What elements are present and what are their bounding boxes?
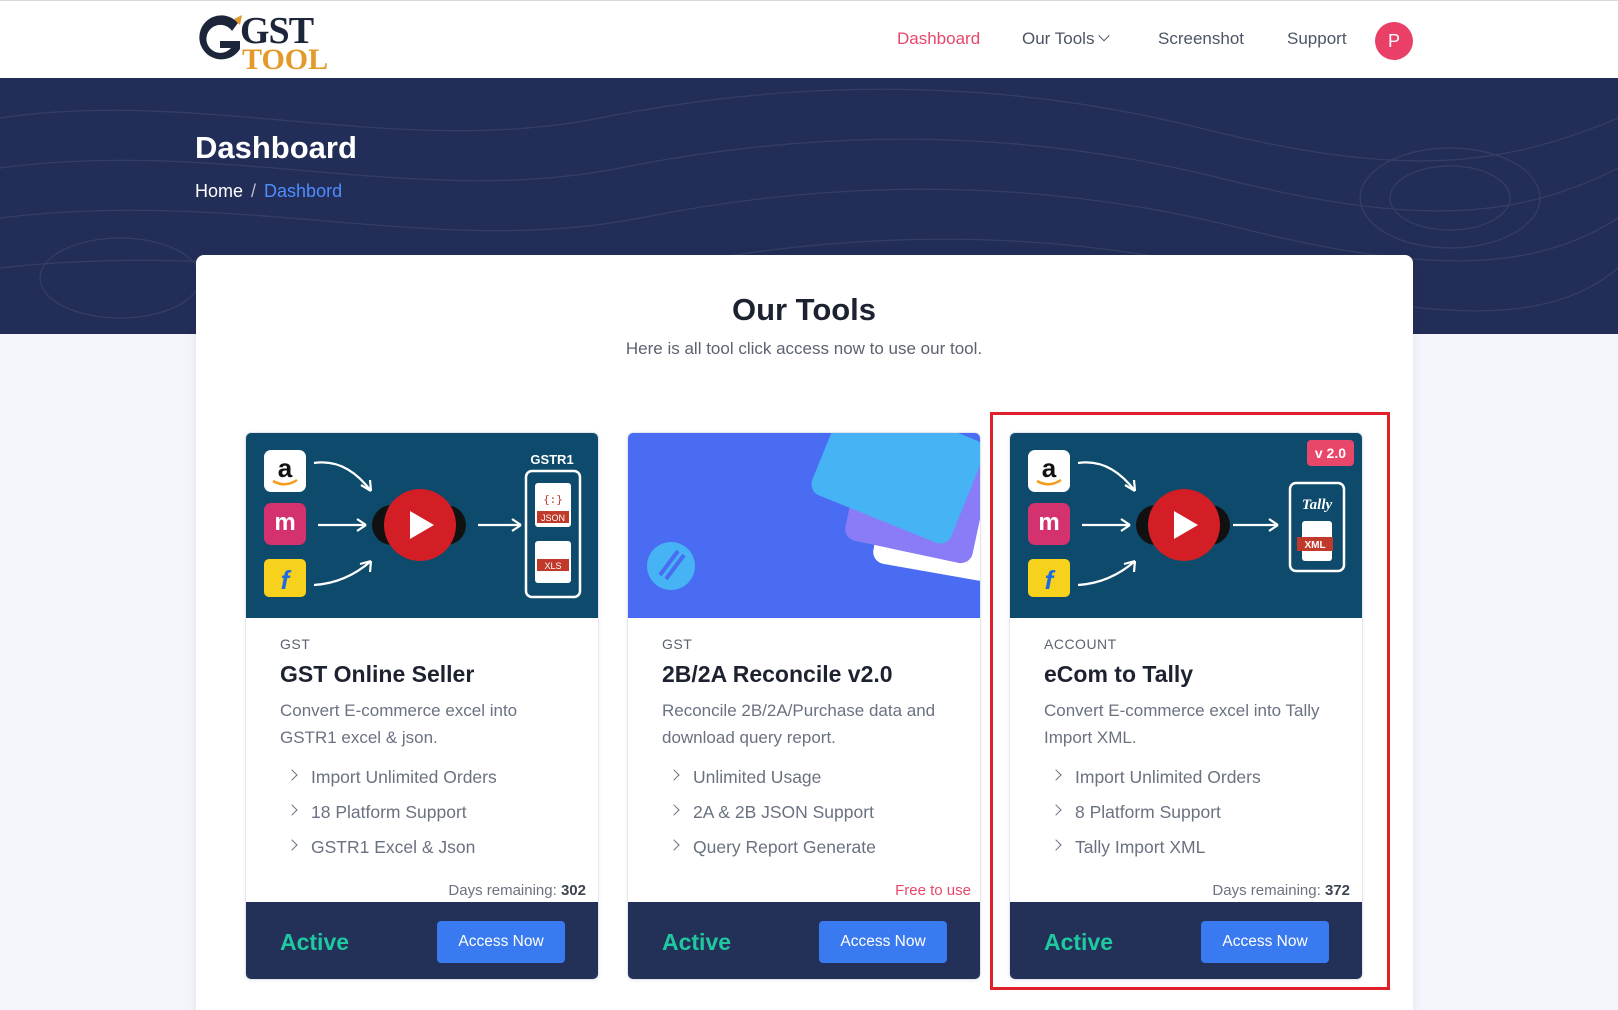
access-now-button[interactable]: Access Now bbox=[1201, 921, 1329, 963]
svg-text:a: a bbox=[278, 453, 293, 483]
days-remaining-label: Days remaining: bbox=[1212, 882, 1321, 899]
feature-text: 2A & 2B JSON Support bbox=[693, 802, 874, 822]
feature-item: 8 Platform Support bbox=[1044, 802, 1261, 837]
section-subtitle: Here is all tool click access now to use… bbox=[625, 339, 983, 358]
feature-item: Import Unlimited Orders bbox=[1044, 767, 1261, 802]
card-category: ACCOUNT bbox=[1044, 636, 1117, 652]
chevron-right-icon bbox=[286, 769, 298, 781]
chevron-right-icon bbox=[668, 769, 680, 781]
card-feature-list: Unlimited Usage 2A & 2B JSON Support Que… bbox=[662, 767, 876, 872]
days-remaining-label: Days remaining: bbox=[448, 882, 557, 899]
gst-tool-logo[interactable]: GST TOOL bbox=[194, 11, 334, 75]
svg-text:m: m bbox=[274, 509, 295, 536]
logo-g-icon bbox=[199, 15, 242, 60]
breadcrumb: Home / Dashbord bbox=[195, 181, 342, 202]
access-now-button[interactable]: Access Now bbox=[437, 921, 565, 963]
card-video-thumbnail[interactable]: a m f GSTR1 {:} JSON XLS bbox=[246, 433, 599, 618]
feature-item: Tally Import XML bbox=[1044, 837, 1261, 872]
status-badge: Active bbox=[662, 929, 732, 955]
chevron-right-icon bbox=[1050, 804, 1062, 816]
tally-label: Tally bbox=[1302, 497, 1333, 513]
card-title: eCom to Tally bbox=[1044, 661, 1194, 687]
card-image-label: GSTR1 bbox=[530, 452, 573, 467]
card-banner-image[interactable] bbox=[628, 433, 981, 618]
chevron-right-icon bbox=[286, 839, 298, 851]
logo-text-tool: TOOL bbox=[242, 43, 329, 76]
feature-text: Unlimited Usage bbox=[693, 767, 822, 787]
svg-text:a: a bbox=[1042, 453, 1057, 483]
user-avatar[interactable]: P bbox=[1375, 22, 1413, 60]
card-footer: Active Access Now bbox=[246, 902, 598, 979]
feature-item: 18 Platform Support bbox=[280, 802, 497, 837]
days-remaining: Days remaining: 302 bbox=[448, 882, 586, 899]
feature-text: GSTR1 Excel & Json bbox=[311, 837, 476, 857]
svg-text:{:}: {:} bbox=[543, 493, 563, 506]
feature-item: Import Unlimited Orders bbox=[280, 767, 497, 802]
json-badge: JSON bbox=[541, 513, 565, 523]
tool-card-ecom-to-tally: a m f Tally XML v 2.0 ACCOUNT eCom to Ta… bbox=[1009, 432, 1363, 980]
breadcrumb-current: Dashbord bbox=[264, 181, 343, 201]
card-description: Convert E-commerce excel into Tally Impo… bbox=[1044, 701, 1320, 747]
card-category: GST bbox=[280, 636, 311, 652]
card-category: GST bbox=[662, 636, 693, 652]
nav-screenshot[interactable]: Screenshot bbox=[1158, 29, 1244, 49]
card-description: Reconcile 2B/2A/Purchase data and downlo… bbox=[662, 701, 936, 747]
svg-text:m: m bbox=[1038, 509, 1059, 536]
nav-dashboard[interactable]: Dashboard bbox=[897, 29, 980, 49]
feature-item: GSTR1 Excel & Json bbox=[280, 837, 497, 872]
breadcrumb-separator: / bbox=[251, 181, 257, 201]
nav-support[interactable]: Support bbox=[1287, 29, 1347, 49]
card-title: GST Online Seller bbox=[280, 661, 475, 687]
access-now-button[interactable]: Access Now bbox=[819, 921, 947, 963]
card-feature-list: Import Unlimited Orders 8 Platform Suppo… bbox=[1044, 767, 1261, 872]
card-feature-list: Import Unlimited Orders 18 Platform Supp… bbox=[280, 767, 497, 872]
xls-badge: XLS bbox=[544, 561, 561, 571]
feature-item: 2A & 2B JSON Support bbox=[662, 802, 876, 837]
nav-our-tools[interactable]: Our Tools bbox=[1022, 29, 1111, 49]
card-description: Convert E-commerce excel into GSTR1 exce… bbox=[280, 701, 518, 747]
page-title: Dashboard bbox=[195, 130, 357, 165]
feature-text: Tally Import XML bbox=[1075, 837, 1206, 857]
top-navbar: GST TOOL Dashboard Our Tools Screenshot … bbox=[0, 0, 1618, 78]
chevron-right-icon bbox=[286, 804, 298, 816]
card-footer: Active Access Now bbox=[628, 902, 980, 979]
feature-item: Unlimited Usage bbox=[662, 767, 876, 802]
chevron-right-icon bbox=[1050, 769, 1062, 781]
breadcrumb-home[interactable]: Home bbox=[195, 181, 243, 201]
chevron-right-icon bbox=[668, 804, 680, 816]
feature-text: Import Unlimited Orders bbox=[311, 767, 497, 787]
free-to-use-label: Free to use bbox=[895, 882, 971, 899]
days-remaining-value: 372 bbox=[1324, 882, 1350, 899]
chevron-right-icon bbox=[1050, 839, 1062, 851]
xml-badge: XML bbox=[1304, 540, 1325, 551]
days-remaining-value: 302 bbox=[560, 882, 586, 899]
section-title: Our Tools bbox=[731, 292, 877, 327]
card-footer: Active Access Now bbox=[1010, 902, 1362, 979]
status-badge: Active bbox=[1044, 929, 1114, 955]
feature-item: Query Report Generate bbox=[662, 837, 876, 872]
tool-card-gst-online-seller: a m f GSTR1 {:} JSON XLS GST GST Online … bbox=[245, 432, 599, 980]
status-badge: Active bbox=[280, 929, 350, 955]
feature-text: Import Unlimited Orders bbox=[1075, 767, 1261, 787]
version-badge: v 2.0 bbox=[1306, 440, 1354, 466]
days-remaining: Days remaining: 372 bbox=[1212, 882, 1350, 899]
feature-text: 18 Platform Support bbox=[311, 802, 467, 822]
feature-text: 8 Platform Support bbox=[1075, 802, 1221, 822]
card-title: 2B/2A Reconcile v2.0 bbox=[662, 661, 893, 687]
tool-card-2b2a-reconcile: GST 2B/2A Reconcile v2.0 Reconcile 2B/2A… bbox=[627, 432, 981, 980]
chevron-right-icon bbox=[668, 839, 680, 851]
feature-text: Query Report Generate bbox=[693, 837, 876, 857]
chevron-down-icon bbox=[1098, 30, 1111, 42]
nav-our-tools-label: Our Tools bbox=[1022, 29, 1095, 48]
